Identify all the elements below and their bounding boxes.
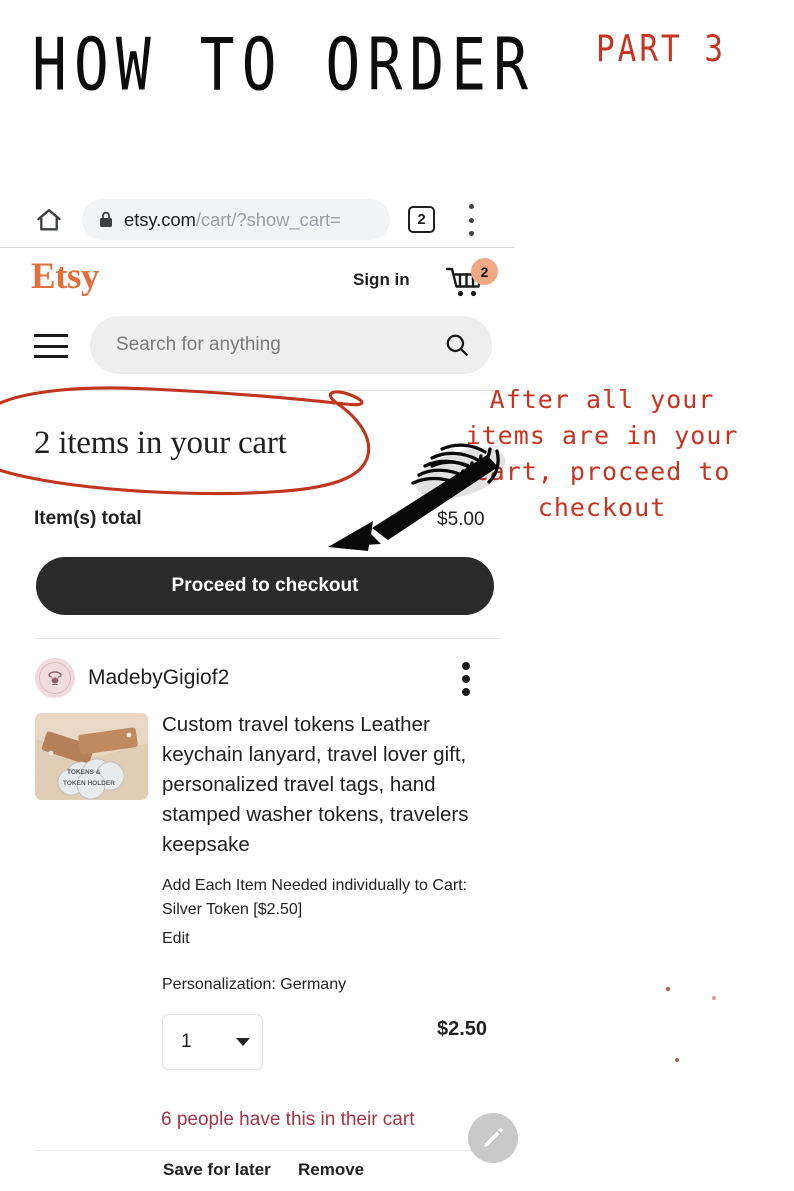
item-bottom-divider bbox=[35, 1150, 501, 1151]
url-text: etsy.com/cart/?show_cart= bbox=[124, 209, 341, 231]
part-label: PART 3 bbox=[596, 28, 726, 71]
shop-divider bbox=[35, 638, 501, 639]
cart-heading: 2 items in your cart bbox=[34, 425, 287, 461]
search-input[interactable]: Search for anything bbox=[90, 316, 492, 374]
chevron-down-icon bbox=[236, 1038, 250, 1046]
url-bar[interactable]: etsy.com/cart/?show_cart= bbox=[82, 199, 390, 240]
browser-toolbar: etsy.com/cart/?show_cart= 2 bbox=[0, 192, 514, 247]
cart-badge: 2 bbox=[471, 258, 498, 285]
stray-dot bbox=[675, 1058, 679, 1062]
item-overflow-menu-icon[interactable] bbox=[462, 662, 470, 696]
quantity-select[interactable]: 1 bbox=[162, 1014, 263, 1070]
etsy-logo[interactable]: Etsy bbox=[31, 255, 99, 298]
svg-text:TOKENS &: TOKENS & bbox=[67, 769, 101, 776]
stray-dot bbox=[665, 986, 671, 992]
lock-icon bbox=[99, 211, 113, 228]
product-variation: Add Each Item Needed individually to Car… bbox=[162, 877, 468, 918]
search-icon[interactable] bbox=[444, 332, 470, 358]
quantity-value: 1 bbox=[181, 1031, 192, 1052]
personalization-text: Personalization: Germany bbox=[162, 976, 347, 993]
annotation-text: After all your items are in your cart, p… bbox=[465, 385, 739, 522]
sign-in-link[interactable]: Sign in bbox=[353, 270, 410, 290]
pencil-edit-icon[interactable] bbox=[468, 1113, 518, 1163]
proceed-to-checkout-button[interactable]: Proceed to checkout bbox=[36, 557, 494, 615]
title-band: HOW TO ORDER PART 3 bbox=[0, 0, 794, 120]
items-total-label: Item(s) total bbox=[34, 508, 142, 529]
url-host: etsy.com bbox=[124, 208, 196, 230]
stray-dot bbox=[712, 996, 716, 1000]
product-title[interactable]: Custom travel tokens Leather keychain la… bbox=[162, 710, 502, 860]
search-placeholder: Search for anything bbox=[116, 334, 281, 355]
hamburger-menu-icon[interactable] bbox=[34, 334, 68, 358]
url-path: /cart/?show_cart= bbox=[195, 208, 341, 230]
kebab-menu-icon[interactable] bbox=[468, 204, 474, 236]
scarcity-message: 6 people have this in their cart bbox=[161, 1109, 415, 1130]
save-for-later-link[interactable]: Save for later bbox=[163, 1160, 271, 1180]
product-thumbnail[interactable]: TOKENS & TOKEN HOLDER bbox=[35, 713, 148, 800]
edit-link[interactable]: Edit bbox=[162, 930, 190, 948]
etsy-site-header: Etsy Sign in 2 bbox=[0, 248, 514, 308]
remove-link[interactable]: Remove bbox=[298, 1160, 364, 1180]
home-icon[interactable] bbox=[35, 206, 63, 234]
phone-screenshot: etsy.com/cart/?show_cart= 2 Etsy Sign in… bbox=[0, 192, 514, 1191]
svg-text:TOKEN HOLDER: TOKEN HOLDER bbox=[63, 780, 115, 787]
shop-name[interactable]: MadebyGigiof2 bbox=[88, 666, 229, 690]
page-title: HOW TO ORDER bbox=[32, 22, 536, 107]
tab-counter-button[interactable]: 2 bbox=[408, 206, 435, 233]
item-price: $2.50 bbox=[437, 1018, 488, 1040]
shop-avatar[interactable] bbox=[35, 658, 75, 698]
header-divider bbox=[33, 390, 501, 391]
search-row: Search for anything bbox=[0, 310, 514, 382]
shopping-cart-icon[interactable]: 2 bbox=[444, 258, 498, 304]
